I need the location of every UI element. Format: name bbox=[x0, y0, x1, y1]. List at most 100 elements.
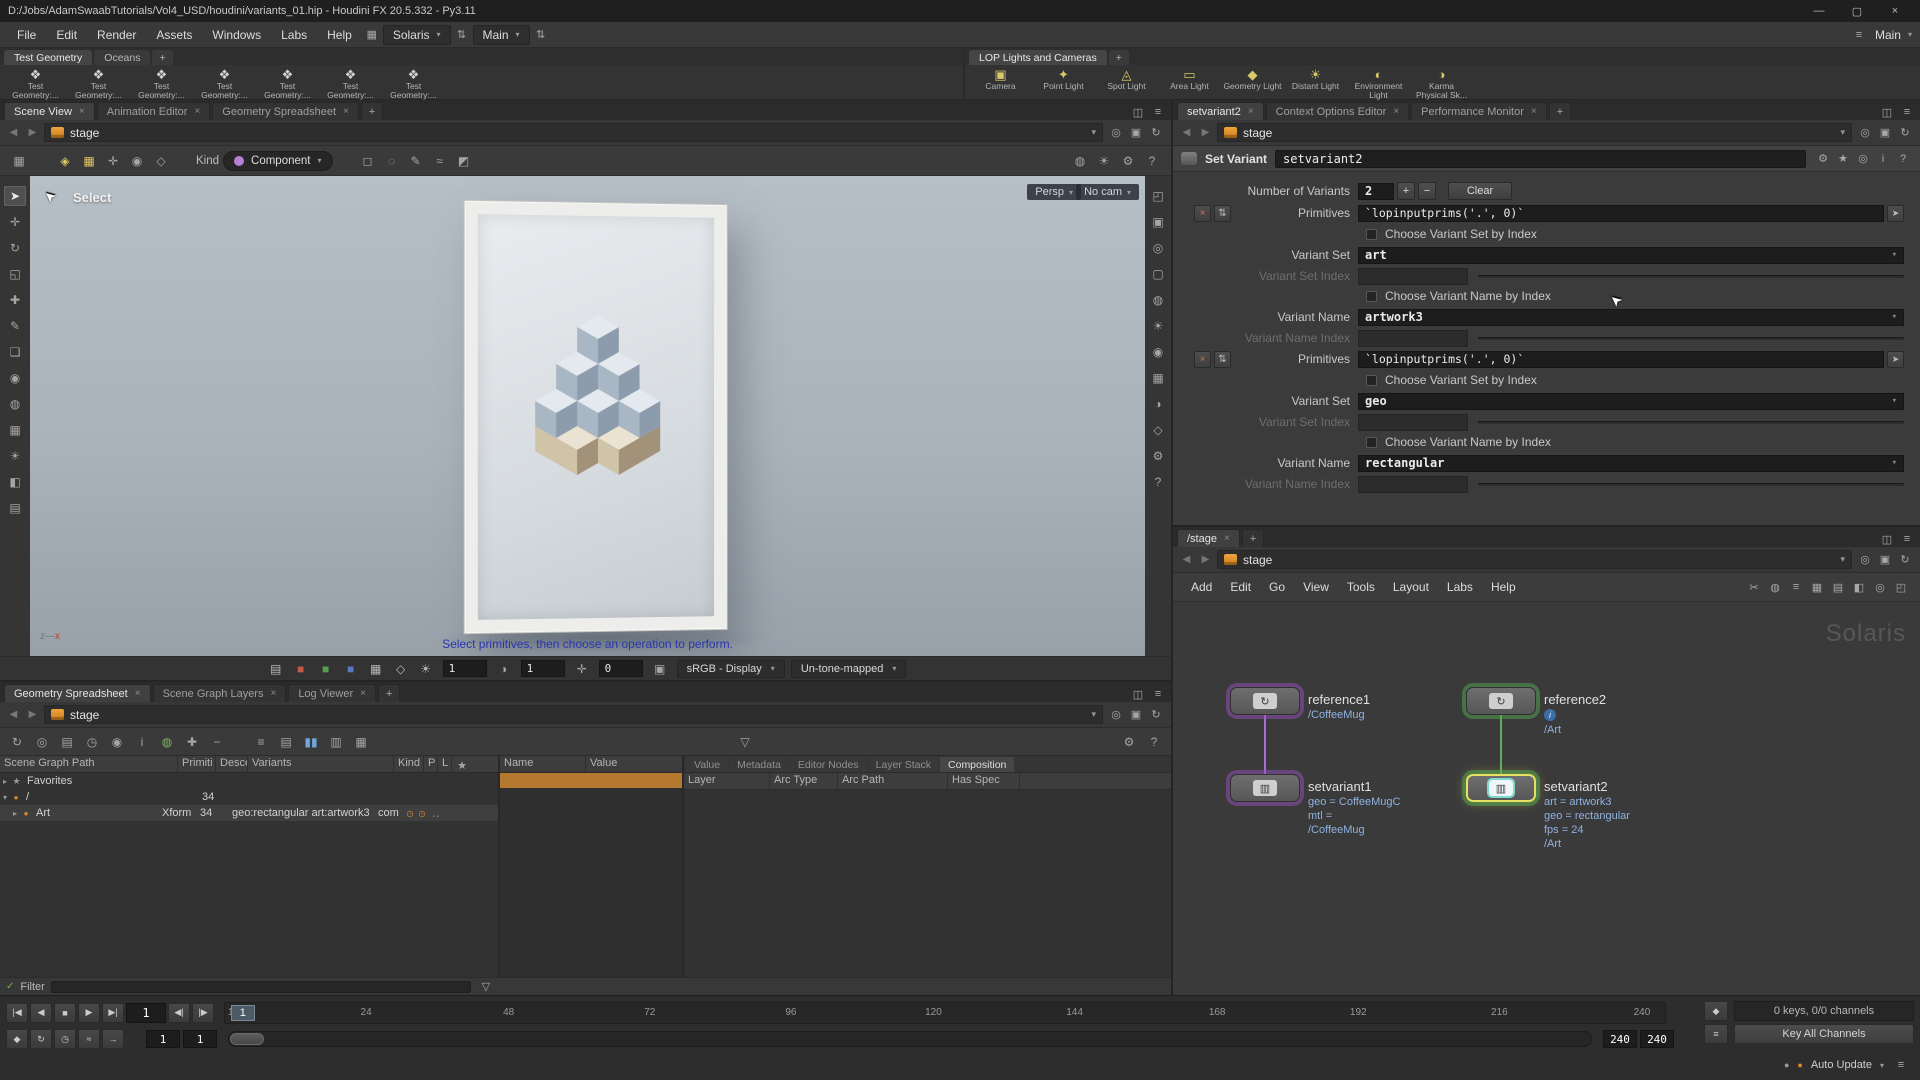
tab-performance-monitor[interactable]: Performance Monitor × bbox=[1411, 102, 1547, 120]
snap-prim-icon[interactable]: ◉ bbox=[126, 151, 148, 171]
shelf-tool[interactable]: ✦ Point Light bbox=[1034, 67, 1093, 100]
new-tab-button[interactable]: + bbox=[1242, 529, 1264, 547]
shelf-tool[interactable]: ❖ Test Geometry:... bbox=[6, 67, 65, 100]
pin-sheet-icon[interactable]: ◎ bbox=[31, 732, 53, 752]
secure-selection-icon[interactable]: ◈ bbox=[54, 151, 76, 171]
history-icon[interactable]: ◷ bbox=[81, 732, 103, 752]
tab-editor-nodes[interactable]: Editor Nodes bbox=[790, 757, 867, 772]
shelf-tab-oceans[interactable]: Oceans bbox=[94, 50, 150, 65]
playback-range-slider[interactable] bbox=[228, 1031, 1592, 1047]
update-icon[interactable]: ↻ bbox=[1147, 125, 1165, 141]
col-p-flag[interactable]: P bbox=[424, 756, 438, 772]
tone-curve-icon[interactable]: ◑ bbox=[493, 659, 515, 679]
tab-scene-view[interactable]: Scene View × bbox=[4, 102, 95, 120]
col-has-spec[interactable]: Has Spec bbox=[948, 773, 1020, 789]
material-tool-icon[interactable]: ◍ bbox=[4, 394, 26, 414]
tab-animation-editor[interactable]: Animation Editor × bbox=[97, 102, 211, 120]
view-set-icon[interactable]: ▣ bbox=[1147, 212, 1169, 232]
menu-labs[interactable]: Labs bbox=[272, 25, 316, 45]
layout-select[interactable]: Main ▾ bbox=[473, 25, 530, 45]
chevron-down-icon[interactable]: ▾ bbox=[1840, 554, 1845, 565]
search-icon[interactable]: ◎ bbox=[1854, 151, 1872, 167]
chevron-down-icon[interactable]: ▾ bbox=[1840, 127, 1845, 138]
chevron-down-icon[interactable]: ▾ bbox=[1892, 250, 1897, 260]
artwork-frame[interactable] bbox=[464, 200, 728, 634]
color-palette-icon[interactable]: ◍ bbox=[1766, 579, 1784, 595]
shelf-tool[interactable]: ◬ Spot Light bbox=[1097, 67, 1156, 100]
range-limit-icon[interactable]: → bbox=[102, 1029, 124, 1049]
shelf-add-tab-button[interactable]: + bbox=[152, 50, 172, 65]
offset-icon[interactable]: ✛ bbox=[571, 659, 593, 679]
tab-log-viewer[interactable]: Log Viewer × bbox=[288, 684, 376, 702]
fullscreen-icon[interactable]: ◰ bbox=[1892, 579, 1910, 595]
paint-tool-icon[interactable]: ❏ bbox=[4, 342, 26, 362]
layout-nodes-icon[interactable]: ▤ bbox=[1829, 579, 1847, 595]
audio-icon[interactable]: ≈ bbox=[78, 1029, 100, 1049]
rotate-tool-icon[interactable]: ↻ bbox=[4, 238, 26, 258]
node-name-field[interactable]: setvariant2 bbox=[1275, 150, 1806, 168]
gain-field[interactable]: 1 bbox=[521, 660, 565, 677]
close-icon[interactable]: × bbox=[360, 688, 366, 699]
locate-icon[interactable]: ◉ bbox=[106, 732, 128, 752]
select-visible-icon[interactable]: ◩ bbox=[453, 151, 475, 171]
pane-menu-icon[interactable]: ≡ bbox=[1149, 104, 1167, 120]
pane-split-icon[interactable]: ◫ bbox=[1878, 531, 1896, 547]
col-primitive[interactable]: Primiti bbox=[178, 756, 216, 772]
frame-ruler[interactable]: 124487296120144168192216240 1 bbox=[224, 1002, 1666, 1024]
pane-menu-icon[interactable]: ≡ bbox=[1149, 686, 1167, 702]
col-arc-type[interactable]: Arc Type bbox=[770, 773, 838, 789]
snap-point-icon[interactable]: ✛ bbox=[102, 151, 124, 171]
col-variants[interactable]: Variants bbox=[248, 756, 394, 772]
refresh-icon[interactable]: ↻ bbox=[6, 732, 28, 752]
path-field[interactable]: stage ▾ bbox=[44, 705, 1103, 724]
expander-icon[interactable]: ▸ bbox=[10, 809, 20, 818]
update-icon[interactable]: ↻ bbox=[1147, 707, 1165, 723]
path-field[interactable]: stage ▾ bbox=[1217, 550, 1852, 569]
red-channel-icon[interactable]: ■ bbox=[290, 659, 312, 679]
info-sheet-icon[interactable]: i bbox=[131, 732, 153, 752]
stop-button[interactable]: ■ bbox=[54, 1003, 76, 1023]
camera-icon[interactable]: ▣ bbox=[1876, 125, 1894, 141]
pin-icon[interactable]: ◎ bbox=[1107, 125, 1125, 141]
info-icon[interactable]: i bbox=[1874, 151, 1892, 167]
choose-name-index-checkbox[interactable] bbox=[1366, 291, 1377, 302]
display-mode-icon[interactable]: ▤ bbox=[265, 659, 287, 679]
grid-toggle-icon[interactable]: ▦ bbox=[1147, 368, 1169, 388]
delete-block-button[interactable]: × bbox=[1194, 351, 1211, 368]
green-channel-icon[interactable]: ■ bbox=[315, 659, 337, 679]
key-all-channels-button[interactable]: Key All Channels bbox=[1734, 1024, 1914, 1044]
alpha-channel-icon[interactable]: ▦ bbox=[365, 659, 387, 679]
net-menu-add[interactable]: Add bbox=[1183, 577, 1220, 597]
tree-row-root[interactable]: ▾ ● / 34 bbox=[0, 789, 498, 805]
bg-image-icon[interactable]: ◇ bbox=[390, 659, 412, 679]
shelf-tool[interactable]: ◐ Environment Light bbox=[1349, 67, 1408, 100]
isolate-icon[interactable]: ◍ bbox=[1147, 290, 1169, 310]
tab-geometry-spreadsheet[interactable]: Geometry Spreadsheet × bbox=[212, 102, 359, 120]
jump-end-button[interactable]: ▶| bbox=[102, 1003, 124, 1023]
shelf-tool[interactable]: ❖ Test Geometry:... bbox=[258, 67, 317, 100]
main-menu-icon[interactable]: ≡ bbox=[1850, 27, 1868, 43]
pages-icon[interactable]: ▤ bbox=[56, 732, 78, 752]
payload-icon[interactable]: ◷ bbox=[416, 809, 428, 818]
nav-back-icon[interactable]: ◀ bbox=[6, 709, 21, 720]
update-icon[interactable]: ↻ bbox=[1896, 552, 1914, 568]
frame-view-icon[interactable]: ◎ bbox=[1147, 238, 1169, 258]
primitives-field[interactable]: `lopinputprims('.', 0)` bbox=[1358, 205, 1884, 222]
gear-icon[interactable]: ⚙ bbox=[1814, 151, 1832, 167]
network-canvas[interactable]: Solaris ↻ reference1 /CoffeeMug ↻ refere… bbox=[1173, 602, 1920, 995]
close-icon[interactable]: × bbox=[135, 688, 141, 699]
col-scene-graph-path[interactable]: Scene Graph Path bbox=[0, 756, 178, 772]
node-setvariant1[interactable]: ▥ bbox=[1230, 774, 1300, 802]
nav-forward-icon[interactable]: ▶ bbox=[25, 127, 40, 138]
net-search-icon[interactable]: ◎ bbox=[1871, 579, 1889, 595]
chevron-down-icon[interactable]: ▾ bbox=[1908, 30, 1912, 39]
node-label[interactable]: setvariant1 bbox=[1308, 779, 1372, 794]
tab-composition[interactable]: Composition bbox=[940, 757, 1014, 772]
lut-icon[interactable]: ▣ bbox=[649, 659, 671, 679]
snapshot-icon[interactable]: ◉ bbox=[1147, 342, 1169, 362]
gamma-field[interactable]: 1 bbox=[443, 660, 487, 677]
sheet-gear-icon[interactable]: ⚙ bbox=[1118, 732, 1140, 752]
selected-attr-row[interactable] bbox=[500, 773, 682, 788]
camera-lock-icon[interactable]: ▢ bbox=[1147, 264, 1169, 284]
prev-frame-button[interactable]: ◀| bbox=[168, 1003, 190, 1023]
